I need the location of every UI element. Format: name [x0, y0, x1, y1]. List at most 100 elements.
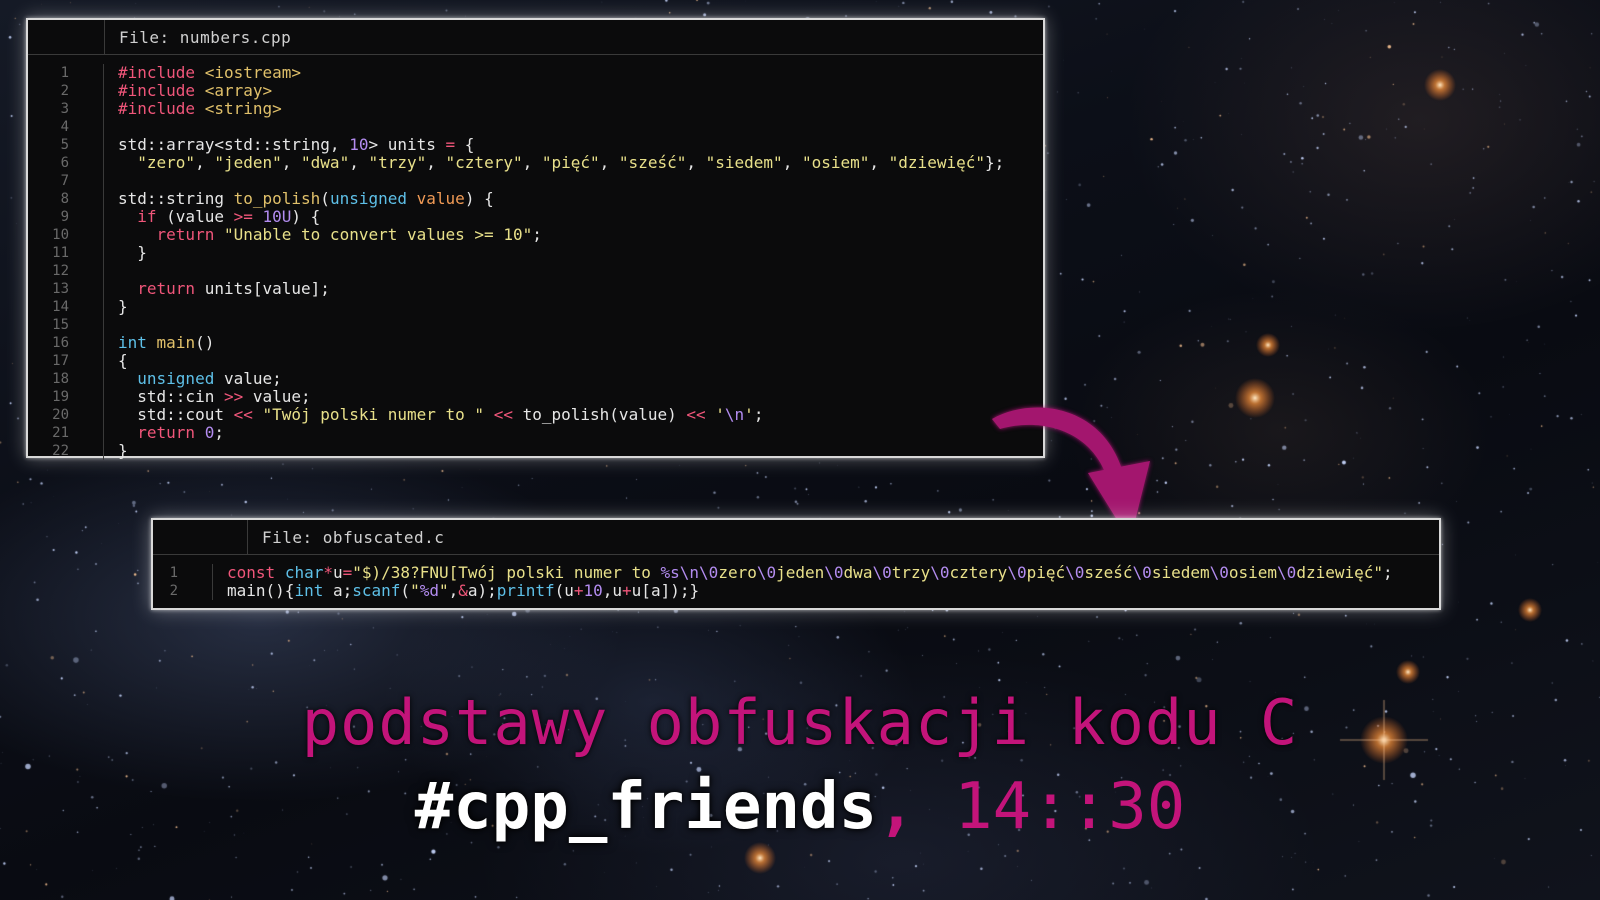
- code-token: dwa: [843, 563, 873, 582]
- code-token: zero: [718, 563, 757, 582]
- code-token: "jeden": [214, 153, 282, 172]
- code-token: ,: [522, 153, 542, 172]
- code-token: ,: [448, 581, 459, 600]
- code-token: ;: [753, 405, 764, 424]
- code-token: std::cout: [118, 405, 234, 424]
- code-token: pięć: [1026, 563, 1066, 582]
- code-token: "siedem": [705, 153, 783, 172]
- code-token: ;: [214, 423, 224, 442]
- code-line: return "Unable to convert values >= 10";: [118, 226, 1004, 244]
- code-token: siedem: [1151, 563, 1210, 582]
- code-token: ,: [195, 153, 215, 172]
- code-token: u[a]);}: [631, 581, 700, 600]
- code-token: \0: [930, 563, 950, 582]
- code-line: main(){int a;scanf("%d",&a);printf(u+10,…: [227, 582, 1393, 600]
- line-number: 2: [169, 583, 178, 599]
- line-number: 13: [52, 281, 69, 297]
- code-token: std::string: [118, 189, 234, 208]
- line-number: 17: [52, 353, 69, 369]
- code-token: %d: [419, 581, 439, 600]
- code-line: std::cin >> value;: [118, 388, 1004, 406]
- code-token: unsigned: [329, 189, 407, 208]
- code-token: "Twój polski numer to ": [262, 405, 485, 424]
- code-line: #include <iostream>: [118, 64, 1004, 82]
- code-token: cztery: [949, 563, 1008, 582]
- code-token: ,: [599, 153, 619, 172]
- code-line: return units[value];: [118, 280, 1004, 298]
- code-token: ,: [426, 153, 446, 172]
- code-token: return: [156, 225, 215, 244]
- code-area: const char*u="$)/38?FNU[Twój polski nume…: [213, 564, 1393, 600]
- code-line: std::cout << "Twój polski numer to " << …: [118, 406, 1004, 424]
- line-number: 10: [52, 227, 69, 243]
- code-token: ": [410, 581, 420, 600]
- code-token: ,: [782, 153, 802, 172]
- line-number: 18: [52, 371, 69, 387]
- code-line: int main(): [118, 334, 1004, 352]
- code-token: \0: [1065, 563, 1085, 582]
- code-token: 0: [204, 423, 215, 442]
- code-token: <<: [233, 405, 253, 424]
- code-token: %s: [660, 563, 680, 582]
- code-token: ,: [349, 153, 369, 172]
- file-label: File: numbers.cpp: [119, 28, 292, 47]
- code-token: (: [400, 581, 411, 600]
- code-token: <<: [493, 405, 513, 424]
- code-token: "cztery": [445, 153, 523, 172]
- code-token: jeden: [776, 563, 825, 582]
- line-number: 19: [52, 389, 69, 405]
- code-token: ) {: [464, 189, 494, 208]
- code-token: \0: [756, 563, 777, 582]
- code-token: "dziewięć": [888, 153, 985, 172]
- code-line: "zero", "jeden", "dwa", "trzy", "cztery"…: [118, 154, 1004, 172]
- code-line: }: [118, 442, 1004, 460]
- code-token: \0: [824, 563, 844, 582]
- file-label: File: obfuscated.c: [262, 528, 445, 547]
- code-token: }: [118, 243, 147, 262]
- code-line: return 0;: [118, 424, 1004, 442]
- code-token: \n\0: [679, 563, 719, 582]
- code-token: value;: [243, 387, 311, 406]
- code-token: ,: [869, 153, 889, 172]
- code-token: ,: [686, 153, 706, 172]
- line-number: 6: [60, 155, 69, 171]
- code-token: =: [445, 135, 456, 154]
- gutter-header: [28, 20, 105, 54]
- code-token: ,: [281, 153, 302, 172]
- code-token: ) {: [291, 207, 321, 226]
- code-token: 10: [349, 135, 369, 154]
- line-number: 16: [52, 335, 69, 351]
- code-token: ;: [1383, 563, 1393, 582]
- code-token: "zero": [137, 153, 196, 172]
- slide-background: File: numbers.cpp 1 2 3 4 5 6 7 8 9 10 11 12 13 14 15 1…: [0, 0, 1600, 900]
- code-token: \0: [872, 563, 892, 582]
- code-token: \n: [724, 405, 745, 424]
- hashtag: #cpp_friends: [414, 770, 878, 844]
- code-token: const: [227, 563, 276, 582]
- code-line: #include <array>: [118, 82, 1004, 100]
- code-token: to_polish(value): [512, 405, 687, 424]
- code-line: std::array<std::string, 10> units = {: [118, 136, 1004, 154]
- code-token: if: [137, 207, 157, 226]
- line-number: 3: [60, 101, 69, 117]
- code-token: "pięć": [541, 153, 600, 172]
- code-token: "trzy": [368, 153, 427, 172]
- code-line: if (value >= 10U) {: [118, 208, 1004, 226]
- code-line: const char*u="$)/38?FNU[Twój polski nume…: [227, 564, 1393, 582]
- code-token: *: [323, 563, 333, 582]
- code-token: #include: [118, 63, 196, 82]
- code-token: return: [137, 279, 196, 298]
- code-token: main: [156, 333, 196, 352]
- code-token: 10U: [262, 207, 292, 226]
- code-token: a);: [467, 581, 497, 600]
- line-number: 20: [52, 407, 69, 423]
- line-number: 9: [60, 209, 69, 225]
